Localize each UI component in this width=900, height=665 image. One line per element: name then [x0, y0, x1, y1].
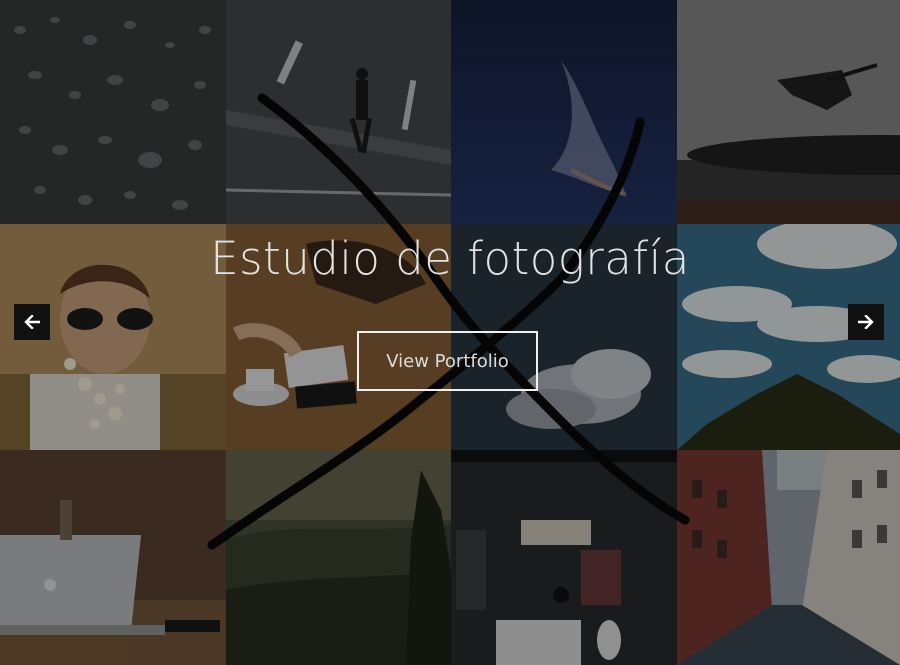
photo-tile-man-walking	[226, 0, 451, 224]
photo-tile-night-sky	[451, 0, 677, 224]
carousel-next-button[interactable]	[848, 304, 884, 340]
arrow-left-icon	[24, 315, 40, 329]
photo-tile-city-street	[677, 450, 900, 665]
carousel-prev-button[interactable]	[14, 304, 50, 340]
photo-tile-workspace	[451, 450, 677, 665]
hero-title: Estudio de fotografía	[210, 232, 690, 285]
photo-tile-laptop	[0, 450, 226, 665]
photo-tile-forest	[226, 450, 451, 665]
photo-tile-record-player	[677, 0, 900, 224]
hero-section: Estudio de fotografía View Portfolio	[0, 0, 900, 665]
view-portfolio-button[interactable]: View Portfolio	[357, 331, 538, 391]
arrow-right-icon	[858, 315, 874, 329]
photo-tile-water-droplets	[0, 0, 226, 224]
